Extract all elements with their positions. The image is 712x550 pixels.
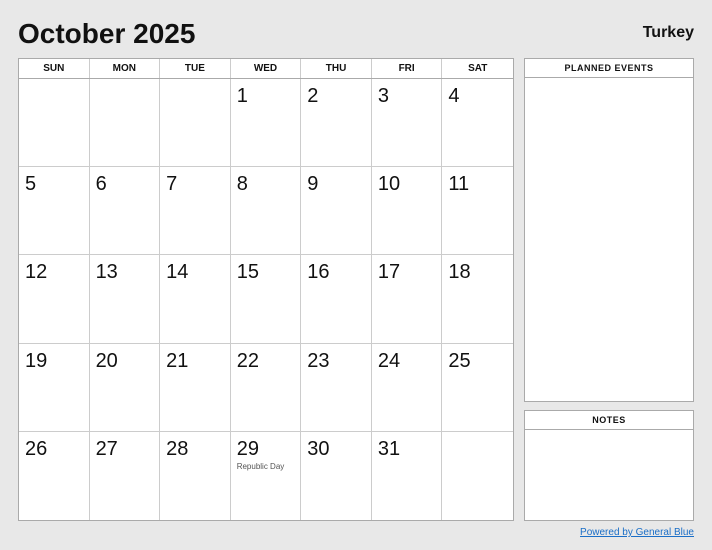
date-number: 27 — [96, 438, 118, 460]
date-number: 2 — [307, 85, 318, 107]
date-number: 19 — [25, 350, 47, 372]
calendar-cell: 25 — [442, 344, 513, 432]
date-number: 3 — [378, 85, 389, 107]
date-number: 13 — [96, 261, 118, 283]
planned-events-box: PLANNED EVENTS — [524, 58, 694, 402]
planned-events-content — [525, 78, 693, 401]
day-header: WED — [231, 59, 302, 78]
calendar-cell — [19, 79, 90, 167]
calendar-cell: 28 — [160, 432, 231, 520]
calendar-cell — [160, 79, 231, 167]
side-section: PLANNED EVENTS NOTES — [524, 58, 694, 521]
powered-by-link[interactable]: Powered by General Blue — [580, 527, 694, 538]
calendar-cell: 11 — [442, 167, 513, 255]
date-number: 29 — [237, 438, 259, 460]
calendar-cell: 14 — [160, 255, 231, 343]
calendar-grid-section: SUNMONTUEWEDTHUFRISAT 123456789101112131… — [18, 58, 514, 521]
footer: Powered by General Blue — [18, 527, 694, 538]
date-number: 5 — [25, 173, 36, 195]
calendar-cell: 19 — [19, 344, 90, 432]
calendar-cell: 27 — [90, 432, 161, 520]
calendar-cell: 29 Republic Day — [231, 432, 302, 520]
calendar-cell: 18 — [442, 255, 513, 343]
calendar-cell: 24 — [372, 344, 443, 432]
notes-content — [525, 430, 693, 520]
date-number: 9 — [307, 173, 318, 195]
date-number: 12 — [25, 261, 47, 283]
calendar-cell: 17 — [372, 255, 443, 343]
calendar-cell: 26 — [19, 432, 90, 520]
calendar-cell: 3 — [372, 79, 443, 167]
day-header: SAT — [442, 59, 513, 78]
day-header: MON — [90, 59, 161, 78]
date-number: 23 — [307, 350, 329, 372]
header: October 2025 Turkey — [18, 18, 694, 50]
calendar-cell: 21 — [160, 344, 231, 432]
day-header: TUE — [160, 59, 231, 78]
calendar-cell: 10 — [372, 167, 443, 255]
date-number: 31 — [378, 438, 400, 460]
notes-title: NOTES — [525, 411, 693, 430]
date-number: 6 — [96, 173, 107, 195]
calendar-cell — [90, 79, 161, 167]
calendar-cell: 16 — [301, 255, 372, 343]
calendar-cell: 15 — [231, 255, 302, 343]
calendar-cell: 1 — [231, 79, 302, 167]
calendar-cell: 4 — [442, 79, 513, 167]
date-number: 10 — [378, 173, 400, 195]
calendar-cell — [442, 432, 513, 520]
date-number: 18 — [448, 261, 470, 283]
calendar-cell: 13 — [90, 255, 161, 343]
calendar-cell: 30 — [301, 432, 372, 520]
calendar-cell: 2 — [301, 79, 372, 167]
calendar-cell: 9 — [301, 167, 372, 255]
date-number: 28 — [166, 438, 188, 460]
calendar-cell: 22 — [231, 344, 302, 432]
calendar-title: October 2025 — [18, 18, 195, 50]
date-number: 8 — [237, 173, 248, 195]
date-number: 26 — [25, 438, 47, 460]
notes-box: NOTES — [524, 410, 694, 521]
day-header: THU — [301, 59, 372, 78]
event-label: Republic Day — [237, 462, 285, 472]
day-header: SUN — [19, 59, 90, 78]
calendar-cell: 20 — [90, 344, 161, 432]
date-number: 4 — [448, 85, 459, 107]
date-number: 17 — [378, 261, 400, 283]
date-number: 24 — [378, 350, 400, 372]
date-number: 25 — [448, 350, 470, 372]
date-number: 7 — [166, 173, 177, 195]
date-number: 21 — [166, 350, 188, 372]
day-headers-row: SUNMONTUEWEDTHUFRISAT — [19, 59, 513, 79]
date-number: 15 — [237, 261, 259, 283]
main-area: SUNMONTUEWEDTHUFRISAT 123456789101112131… — [18, 58, 694, 521]
date-number: 11 — [448, 173, 469, 195]
calendar-cell: 7 — [160, 167, 231, 255]
calendar-grid: 1234567891011121314151617181920212223242… — [19, 79, 513, 520]
calendar-cell: 12 — [19, 255, 90, 343]
date-number: 20 — [96, 350, 118, 372]
calendar-cell: 5 — [19, 167, 90, 255]
date-number: 14 — [166, 261, 188, 283]
day-header: FRI — [372, 59, 443, 78]
country-label: Turkey — [643, 24, 694, 42]
date-number: 30 — [307, 438, 329, 460]
calendar-cell: 6 — [90, 167, 161, 255]
calendar-cell: 8 — [231, 167, 302, 255]
date-number: 1 — [237, 85, 248, 107]
planned-events-title: PLANNED EVENTS — [525, 59, 693, 78]
date-number: 16 — [307, 261, 329, 283]
date-number: 22 — [237, 350, 259, 372]
calendar-cell: 31 — [372, 432, 443, 520]
calendar-page: October 2025 Turkey SUNMONTUEWEDTHUFRISA… — [0, 0, 712, 550]
calendar-cell: 23 — [301, 344, 372, 432]
